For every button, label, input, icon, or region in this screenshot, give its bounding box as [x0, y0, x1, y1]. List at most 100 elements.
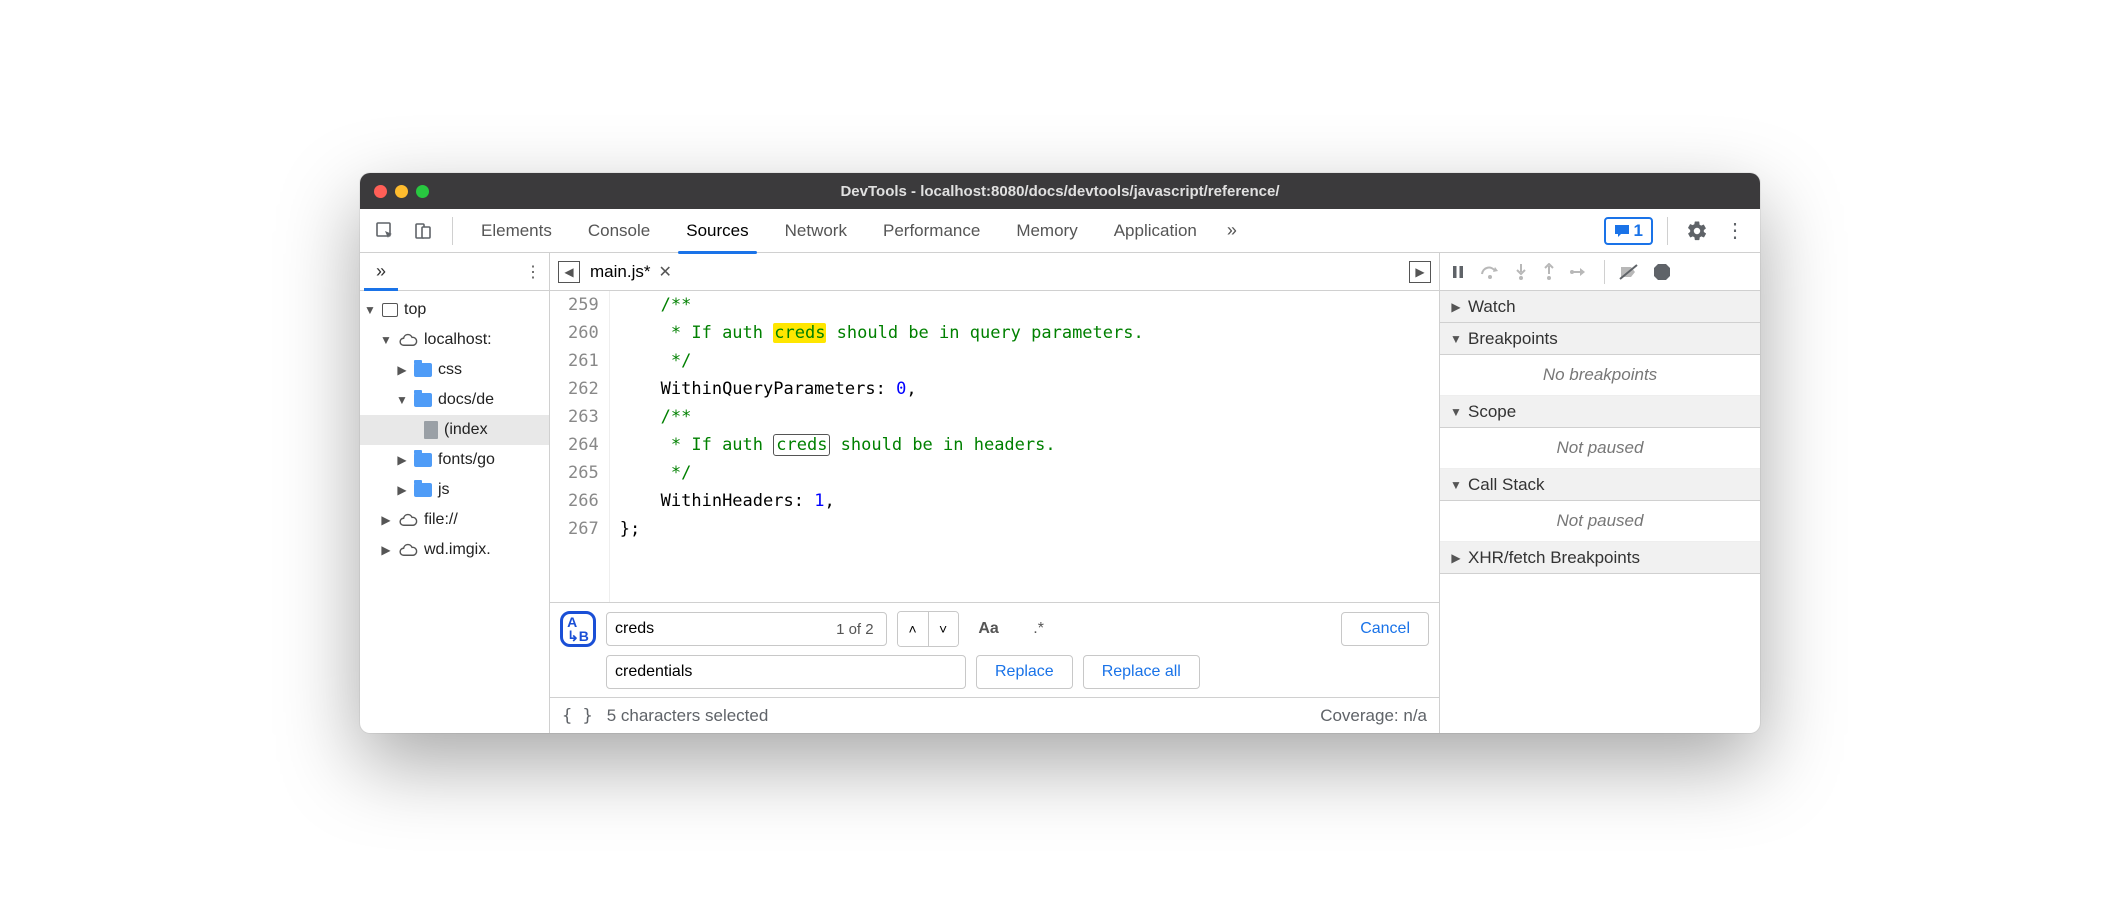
tree-node-fonts[interactable]: ▶ fonts/go: [360, 445, 549, 475]
replace-input-wrapper: [606, 655, 966, 689]
traffic-lights: [374, 185, 429, 198]
find-match-count: 1 of 2: [836, 621, 878, 638]
editor-pane: ◀ main.js* ✕ ▶ 259260261 262263264 26526…: [550, 253, 1440, 733]
callstack-section-header[interactable]: ▼Call Stack: [1440, 469, 1760, 501]
devtools-window: DevTools - localhost:8080/docs/devtools/…: [360, 173, 1760, 733]
scope-section-header[interactable]: ▼Scope: [1440, 396, 1760, 428]
tree-node-docs[interactable]: ▼ docs/de: [360, 385, 549, 415]
tree-label: css: [438, 361, 462, 379]
tree-label: top: [404, 301, 426, 319]
tab-application[interactable]: Application: [1100, 209, 1211, 253]
navigator-more-button[interactable]: »: [368, 261, 394, 282]
deactivate-breakpoints-icon[interactable]: [1619, 264, 1639, 280]
nav-next-icon[interactable]: ▶: [1409, 261, 1431, 283]
editor-tab-main-js[interactable]: main.js* ✕: [590, 262, 672, 282]
coverage-status: Coverage: n/a: [1320, 706, 1427, 726]
debugger-pane: ▶Watch ▼Breakpoints No breakpoints ▼Scop…: [1440, 253, 1760, 733]
messages-badge[interactable]: 1: [1604, 217, 1653, 245]
inspect-element-icon[interactable]: [370, 216, 400, 246]
nav-prev-icon[interactable]: ◀: [558, 261, 580, 283]
cancel-button[interactable]: Cancel: [1341, 612, 1429, 646]
tree-node-wd[interactable]: ▶ wd.imgix.: [360, 535, 549, 565]
tab-network[interactable]: Network: [771, 209, 861, 253]
file-tree: ▼ top ▼ localhost: ▶ css ▼ docs/: [360, 291, 549, 569]
tree-label: file://: [424, 511, 458, 529]
step-into-icon[interactable]: [1514, 263, 1528, 281]
editor-statusbar: { } 5 characters selected Coverage: n/a: [550, 697, 1439, 733]
pretty-print-icon[interactable]: { }: [562, 706, 593, 726]
pause-on-exceptions-icon[interactable]: [1653, 263, 1671, 281]
kebab-menu-icon[interactable]: ⋮: [1720, 216, 1750, 246]
find-prev-button[interactable]: ˄: [898, 612, 928, 646]
disclosure-triangle-icon[interactable]: ▶: [396, 363, 408, 377]
find-replace-bar: A↳B 1 of 2 ˄ ˅ Aa .* Cancel: [550, 602, 1439, 697]
debugger-toolbar: [1440, 253, 1760, 291]
tree-node-index[interactable]: (index: [360, 415, 549, 445]
close-window-button[interactable]: [374, 185, 387, 198]
pause-icon[interactable]: [1450, 264, 1466, 280]
tab-console[interactable]: Console: [574, 209, 664, 253]
step-over-icon[interactable]: [1480, 264, 1500, 280]
window-title: DevTools - localhost:8080/docs/devtools/…: [360, 183, 1760, 200]
match-case-toggle[interactable]: Aa: [969, 620, 1009, 638]
tree-node-file[interactable]: ▶ file://: [360, 505, 549, 535]
cloud-icon: [398, 513, 418, 527]
disclosure-triangle-icon[interactable]: ▶: [396, 483, 408, 497]
find-next-button[interactable]: ˅: [928, 612, 958, 646]
disclosure-triangle-icon[interactable]: ▼: [380, 333, 392, 347]
tab-elements[interactable]: Elements: [467, 209, 566, 253]
replace-toggle-icon[interactable]: A↳B: [560, 611, 596, 647]
disclosure-triangle-icon[interactable]: ▼: [396, 393, 408, 407]
navigator-menu-icon[interactable]: ⋮: [525, 262, 541, 282]
main-toolbar: Elements Console Sources Network Perform…: [360, 209, 1760, 253]
minimize-window-button[interactable]: [395, 185, 408, 198]
replace-button[interactable]: Replace: [976, 655, 1073, 689]
folder-icon: [414, 483, 432, 497]
breakpoints-section-header[interactable]: ▼Breakpoints: [1440, 323, 1760, 355]
step-out-icon[interactable]: [1542, 263, 1556, 281]
device-toolbar-icon[interactable]: [408, 216, 438, 246]
regex-toggle[interactable]: .*: [1019, 620, 1059, 638]
tab-performance[interactable]: Performance: [869, 209, 994, 253]
tree-label: fonts/go: [438, 451, 495, 469]
message-icon: [1614, 224, 1630, 238]
replace-input[interactable]: [615, 663, 957, 681]
editor-tab-label: main.js*: [590, 262, 650, 282]
step-icon[interactable]: [1570, 265, 1590, 279]
tree-label: js: [438, 481, 450, 499]
tree-label: (index: [444, 421, 488, 439]
navigator-sidebar: » ⋮ ▼ top ▼ localhost: ▶ css: [360, 253, 550, 733]
replace-all-button[interactable]: Replace all: [1083, 655, 1200, 689]
selection-status: 5 characters selected: [607, 706, 769, 726]
tree-node-js[interactable]: ▶ js: [360, 475, 549, 505]
titlebar: DevTools - localhost:8080/docs/devtools/…: [360, 173, 1760, 209]
tree-node-css[interactable]: ▶ css: [360, 355, 549, 385]
maximize-window-button[interactable]: [416, 185, 429, 198]
code-content[interactable]: /** * If auth creds should be in query p…: [610, 291, 1144, 602]
settings-icon[interactable]: [1682, 216, 1712, 246]
tree-label: localhost:: [424, 331, 492, 349]
find-input[interactable]: [615, 620, 836, 638]
tree-node-top[interactable]: ▼ top: [360, 295, 549, 325]
folder-icon: [414, 453, 432, 467]
disclosure-triangle-icon[interactable]: ▼: [364, 303, 376, 317]
breakpoints-empty: No breakpoints: [1440, 355, 1760, 396]
frame-icon: [382, 303, 398, 317]
tree-label: wd.imgix.: [424, 541, 491, 559]
disclosure-triangle-icon[interactable]: ▶: [380, 543, 392, 557]
tab-memory[interactable]: Memory: [1002, 209, 1091, 253]
disclosure-triangle-icon[interactable]: ▶: [380, 513, 392, 527]
watch-section-header[interactable]: ▶Watch: [1440, 291, 1760, 323]
tab-sources[interactable]: Sources: [672, 209, 762, 253]
tree-node-localhost[interactable]: ▼ localhost:: [360, 325, 549, 355]
messages-count: 1: [1634, 221, 1643, 241]
code-editor[interactable]: 259260261 262263264 265266267 /** * If a…: [550, 291, 1439, 602]
folder-icon: [414, 363, 432, 377]
more-tabs-button[interactable]: »: [1219, 220, 1245, 241]
search-match-current: creds: [773, 434, 830, 456]
callstack-empty: Not paused: [1440, 501, 1760, 542]
disclosure-triangle-icon[interactable]: ▶: [396, 453, 408, 467]
file-icon: [424, 421, 438, 439]
xhr-section-header[interactable]: ▶XHR/fetch Breakpoints: [1440, 542, 1760, 574]
close-tab-icon[interactable]: ✕: [658, 262, 671, 282]
